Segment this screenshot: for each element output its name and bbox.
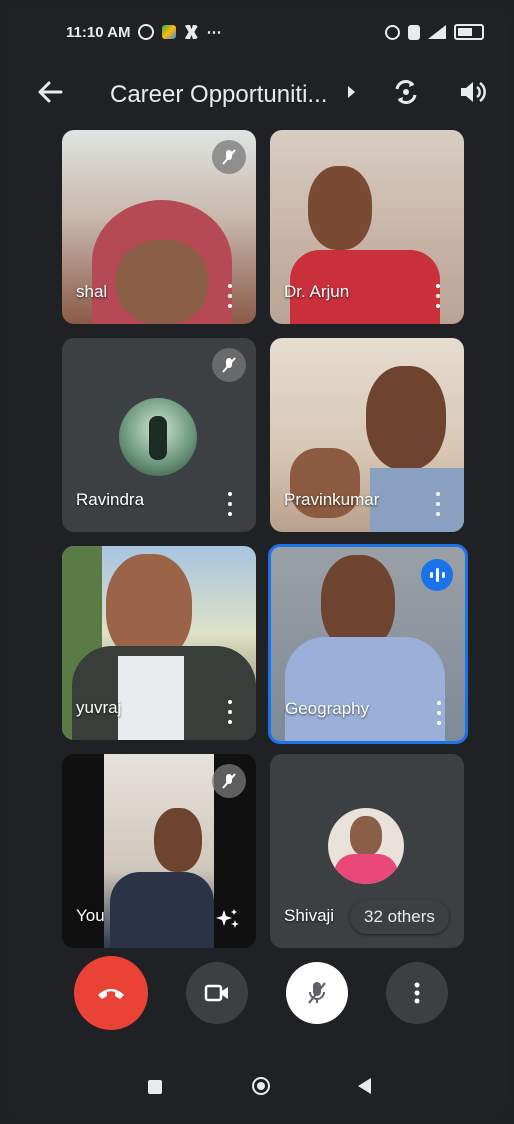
participant-name: You — [76, 906, 105, 925]
participant-name: Pravinkumar — [284, 490, 380, 509]
end-call-button[interactable] — [74, 956, 148, 1030]
signal-icon — [428, 25, 446, 39]
avatar — [328, 808, 404, 884]
more-vert-icon[interactable] — [226, 700, 234, 724]
effects-sparkle-icon[interactable] — [214, 906, 242, 934]
participant-tile[interactable]: Shivaji 32 others — [270, 754, 464, 948]
meeting-header: Career Opportuniti... — [6, 64, 508, 120]
camera-toggle-button[interactable] — [186, 962, 248, 1024]
status-bar: 11:10 AM ⋯ — [6, 6, 508, 58]
mic-off-icon — [212, 348, 246, 382]
sim-icon — [408, 24, 420, 40]
system-nav-bar — [6, 1056, 508, 1118]
status-left: 11:10 AM ⋯ — [66, 23, 222, 42]
speaker-icon[interactable] — [456, 76, 488, 108]
self-view-tile[interactable]: You — [62, 754, 256, 948]
mic-toggle-button[interactable] — [286, 962, 348, 1024]
video-feed-face — [116, 240, 208, 324]
video-feed-shirt — [118, 656, 184, 740]
more-vert-icon[interactable] — [434, 492, 442, 516]
mic-off-icon — [212, 764, 246, 798]
participant-tile[interactable]: Ravindra — [62, 338, 256, 532]
switch-camera-icon[interactable] — [390, 76, 422, 108]
call-controls — [6, 950, 508, 1030]
participant-tile[interactable]: Pravinkumar — [270, 338, 464, 532]
speaking-indicator-icon — [421, 559, 453, 591]
participant-name: Ravindra — [76, 490, 145, 509]
participant-tile[interactable]: shal — [62, 130, 256, 324]
more-vert-icon[interactable] — [434, 284, 442, 308]
participant-tile-active[interactable]: Geography — [268, 544, 468, 744]
others-count-chip[interactable]: 32 others — [350, 900, 449, 934]
participant-tile[interactable]: Dr. Arjun — [270, 130, 464, 324]
avatar — [119, 398, 197, 476]
participant-name: Dr. Arjun — [284, 282, 350, 301]
status-time: 11:10 AM — [66, 23, 131, 41]
video-feed-body — [110, 872, 214, 948]
home-circle-icon[interactable] — [252, 1077, 270, 1095]
more-notifications: ⋯ — [206, 24, 222, 41]
video-feed-face — [366, 366, 446, 470]
more-vert-icon[interactable] — [435, 701, 443, 725]
chevron-right-icon[interactable] — [348, 86, 355, 98]
participant-name: Shivaji — [284, 906, 335, 925]
battery-icon — [454, 24, 484, 40]
participant-tile[interactable]: yuvraj — [62, 546, 256, 740]
participant-name: yuvraj — [76, 698, 122, 717]
app-icon — [162, 25, 177, 39]
status-right — [385, 24, 484, 40]
video-feed — [370, 468, 464, 532]
meeting-title[interactable]: Career Opportuniti... — [110, 81, 327, 109]
video-feed-face — [154, 808, 202, 872]
mic-off-icon — [212, 140, 246, 174]
meet-icon — [184, 25, 199, 39]
recents-square-icon[interactable] — [148, 1080, 162, 1094]
participant-name: shal — [76, 282, 108, 301]
whatsapp-icon — [138, 24, 155, 40]
participant-name: Geography — [285, 699, 370, 718]
back-triangle-icon[interactable] — [358, 1078, 371, 1094]
alarm-icon — [385, 24, 400, 40]
phone-screen: 11:10 AM ⋯ Career Opportuniti... shal Dr… — [6, 6, 508, 1118]
back-arrow-icon[interactable] — [34, 76, 66, 108]
video-feed-body — [285, 637, 445, 741]
more-options-button[interactable] — [386, 962, 448, 1024]
video-feed-face — [308, 166, 372, 250]
more-vert-icon[interactable] — [226, 284, 234, 308]
more-vert-icon[interactable] — [226, 492, 234, 516]
